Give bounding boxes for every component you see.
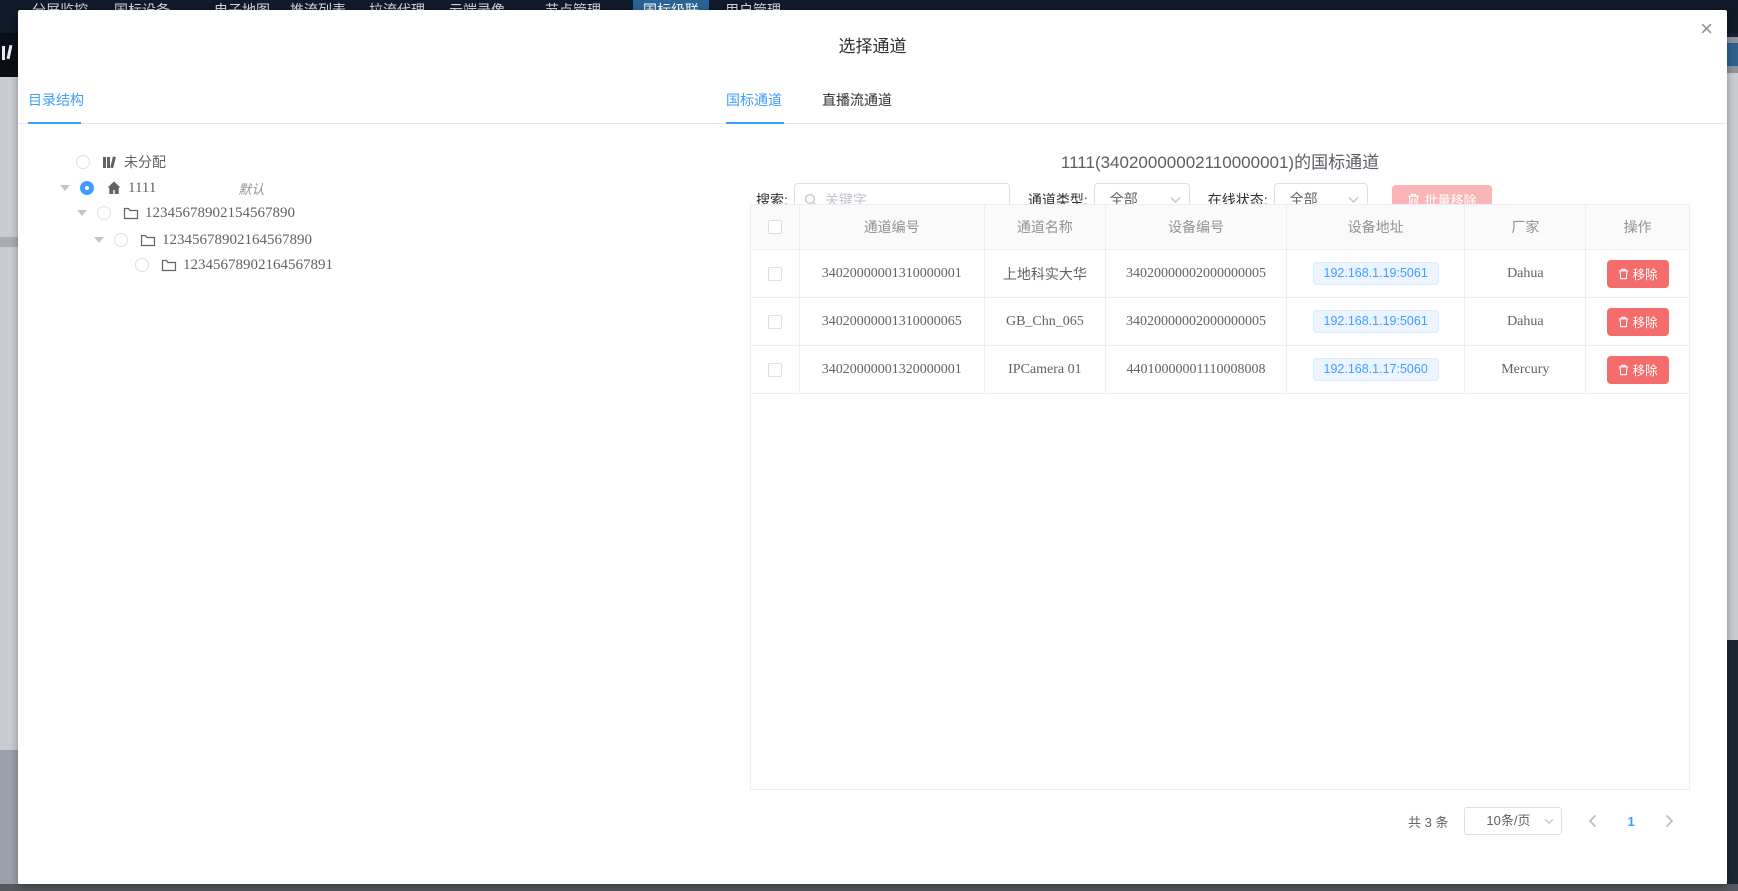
radio-unassigned[interactable]	[76, 155, 90, 169]
tree-node-label: 12345678902154567890	[145, 205, 295, 222]
caret-down-icon[interactable]	[94, 237, 104, 243]
tree-node-label: 1111	[128, 180, 156, 197]
tab-stream-channel[interactable]: 直播流通道	[822, 90, 892, 110]
tree-node-label: 12345678902164567891	[183, 257, 333, 274]
page-scrollbar-thumb[interactable]	[1727, 43, 1738, 66]
select-all-checkbox[interactable]	[768, 220, 782, 234]
remove-button[interactable]: 移除	[1607, 308, 1669, 336]
page-text-fragment	[2, 45, 14, 61]
folder-icon	[140, 233, 156, 247]
radio-1111[interactable]	[80, 181, 94, 195]
page-right-gray-strip	[1727, 73, 1738, 640]
page-left-gray-strip	[0, 77, 18, 237]
col-header-device-address: 设备地址	[1287, 205, 1466, 249]
col-header-channel-name: 通道名称	[985, 205, 1107, 249]
tree-node-folder-3[interactable]: 12345678902164567891	[135, 253, 333, 277]
chevron-down-icon	[1544, 818, 1554, 825]
chevron-down-icon	[1170, 196, 1181, 204]
radio-folder-1[interactable]	[97, 206, 111, 220]
tree-node-label: 未分配	[124, 152, 166, 172]
total-count: 共 3 条	[1408, 812, 1448, 831]
col-header-device-id: 设备编号	[1106, 205, 1287, 249]
trash-icon	[1618, 316, 1629, 328]
row-checkbox[interactable]	[768, 363, 782, 377]
cell-device-id: 34020000002000000005	[1106, 298, 1287, 345]
folder-icon	[123, 206, 139, 220]
tree-node-label: 12345678902164567890	[162, 232, 312, 249]
device-address-tag: 192.168.1.19:5061	[1313, 262, 1439, 285]
tab-gb-channel[interactable]: 国标通道	[726, 90, 782, 110]
tree-node-folder-1[interactable]: 12345678902154567890	[77, 201, 295, 225]
page-left-footer-strip	[0, 750, 18, 884]
tree-node-unassigned[interactable]: 未分配	[76, 150, 166, 174]
prev-page-button[interactable]	[1588, 814, 1597, 828]
page-left-band	[0, 237, 18, 247]
tabs-divider	[18, 123, 1727, 124]
caret-down-icon[interactable]	[77, 210, 87, 216]
cell-vendor: Dahua	[1465, 250, 1586, 297]
home-icon	[106, 180, 122, 196]
cell-vendor: Dahua	[1465, 298, 1586, 345]
table-row: 34020000001310000065 GB_Chn_065 34020000…	[751, 298, 1689, 346]
default-badge: 默认	[238, 179, 264, 198]
col-header-action: 操作	[1586, 205, 1689, 249]
remove-button[interactable]: 移除	[1607, 356, 1669, 384]
device-address-tag: 192.168.1.19:5061	[1313, 310, 1439, 333]
row-checkbox[interactable]	[768, 267, 782, 281]
page-number-1[interactable]: 1	[1627, 814, 1634, 829]
chevron-down-icon	[1348, 196, 1359, 204]
remove-label: 移除	[1633, 360, 1658, 379]
row-checkbox[interactable]	[768, 315, 782, 329]
cell-vendor: Mercury	[1465, 346, 1586, 393]
table-header-row: 通道编号 通道名称 设备编号 设备地址 厂家 操作	[751, 205, 1689, 250]
col-header-channel-id: 通道编号	[800, 205, 985, 249]
trash-icon	[1618, 364, 1629, 376]
remove-label: 移除	[1633, 264, 1658, 283]
cell-channel-name: GB_Chn_065	[985, 298, 1107, 345]
page-left-gray-strip-2	[0, 247, 18, 750]
col-header-vendor: 厂家	[1465, 205, 1586, 249]
tree-node-1111[interactable]: 1111 默认	[60, 176, 264, 200]
tab-directory-structure[interactable]: 目录结构	[28, 90, 84, 110]
table-row: 34020000001320000001 IPCamera 01 4401000…	[751, 346, 1689, 394]
table-row: 34020000001310000001 上地科实大华 340200000020…	[751, 250, 1689, 298]
dialog-title: 选择通道	[18, 32, 1727, 57]
chevron-right-icon	[1665, 814, 1674, 828]
page-right-dark-strip	[1727, 640, 1738, 884]
tree-node-folder-2[interactable]: 12345678902164567890	[94, 228, 312, 252]
cell-channel-id: 34020000001310000065	[800, 298, 985, 345]
folder-icon	[161, 258, 177, 272]
trash-icon	[1618, 268, 1629, 280]
panel-heading: 1111(34020000002110000001)的国标通道	[750, 148, 1690, 173]
cell-device-id: 44010000001110008008	[1106, 346, 1287, 393]
cell-channel-id: 34020000001320000001	[800, 346, 985, 393]
page-bottom-strip	[0, 884, 1738, 891]
remove-label: 移除	[1633, 312, 1658, 331]
cell-device-id: 34020000002000000005	[1106, 250, 1287, 297]
caret-down-icon[interactable]	[60, 185, 70, 191]
cell-channel-id: 34020000001310000001	[800, 250, 985, 297]
library-icon	[102, 154, 118, 170]
page-scrollbar-track-2	[1727, 66, 1738, 73]
next-page-button[interactable]	[1665, 814, 1674, 828]
chevron-left-icon	[1588, 814, 1597, 828]
cell-channel-name: 上地科实大华	[985, 250, 1107, 297]
select-channel-dialog: × 选择通道 目录结构 国标通道 直播流通道 未分配 1111 默认 12345…	[18, 10, 1727, 884]
tab-gb-channel-underline	[726, 122, 784, 124]
remove-button[interactable]: 移除	[1607, 260, 1669, 288]
pagination: 共 3 条 10条/页 1	[1408, 806, 1674, 836]
device-address-tag: 192.168.1.17:5060	[1313, 358, 1439, 381]
page-size-select[interactable]: 10条/页	[1464, 807, 1562, 835]
channel-table: 通道编号 通道名称 设备编号 设备地址 厂家 操作 34020000001310…	[750, 204, 1690, 790]
cell-channel-name: IPCamera 01	[985, 346, 1107, 393]
page-size-value: 10条/页	[1486, 813, 1530, 828]
radio-folder-2[interactable]	[114, 233, 128, 247]
tab-directory-underline	[28, 122, 81, 124]
radio-folder-3[interactable]	[135, 258, 149, 272]
